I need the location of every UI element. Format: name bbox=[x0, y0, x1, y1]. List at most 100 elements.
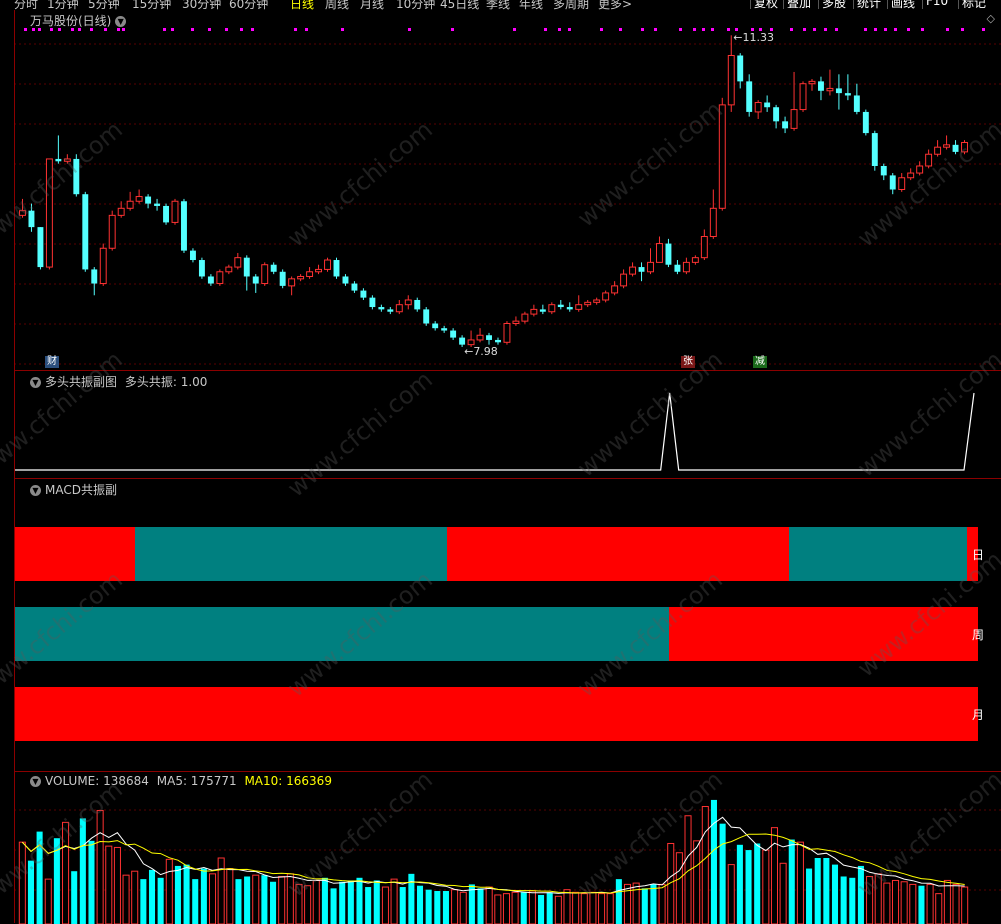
candlestick-chart bbox=[14, 28, 1001, 365]
high-price-label: ←11.33 bbox=[733, 31, 774, 44]
signal-dot bbox=[835, 28, 838, 31]
tab-7[interactable]: 周线 bbox=[325, 0, 349, 10]
resonance-title: ▼ 多头共振副图 多头共振: 1.00 bbox=[30, 373, 207, 390]
candle-body bbox=[826, 87, 834, 92]
signal-dot bbox=[894, 28, 897, 31]
candle-body bbox=[602, 292, 610, 301]
candle-body bbox=[530, 308, 538, 315]
macd-row-label-0: 日 bbox=[972, 548, 985, 562]
signal-dot bbox=[240, 28, 243, 31]
chevron-down-icon[interactable]: ▼ bbox=[30, 485, 41, 496]
toolbar-button-5[interactable]: F10 bbox=[922, 0, 952, 9]
finance-marker-badge[interactable]: 财 bbox=[45, 356, 59, 368]
candle-body bbox=[709, 207, 717, 238]
signal-dot bbox=[654, 28, 657, 31]
signal-dot bbox=[558, 28, 561, 31]
candle-body bbox=[126, 200, 134, 209]
volume-bar bbox=[511, 891, 519, 924]
candle-body bbox=[342, 276, 349, 284]
volume-bar bbox=[434, 891, 441, 924]
candle-body bbox=[907, 172, 915, 179]
candle-body bbox=[19, 210, 26, 216]
diamond-icon[interactable]: ◇ bbox=[987, 12, 995, 25]
candle-body bbox=[189, 250, 196, 261]
main-chart-title-text: 万马股份(日线) bbox=[30, 14, 112, 28]
volume-bar bbox=[658, 883, 666, 924]
toolbar-button-3[interactable]: 统计 bbox=[853, 0, 885, 10]
signal-dot bbox=[600, 28, 603, 31]
macd-row-label-1: 周 bbox=[972, 628, 985, 642]
volume-bar bbox=[779, 862, 787, 924]
tab-11[interactable]: 季线 bbox=[486, 0, 510, 10]
candle-body bbox=[404, 299, 412, 306]
toolbar-button-0[interactable]: 复权 bbox=[750, 0, 782, 10]
tab-10[interactable]: 45日线 bbox=[440, 0, 479, 10]
volume-bar bbox=[866, 875, 874, 924]
candle-body bbox=[414, 299, 421, 310]
candle-body bbox=[754, 102, 762, 113]
volume-bar bbox=[900, 881, 908, 924]
tab-12[interactable]: 年线 bbox=[519, 0, 543, 10]
candle-body bbox=[674, 264, 681, 272]
volume-bar bbox=[891, 879, 900, 924]
tab-14[interactable]: 更多> bbox=[598, 0, 632, 10]
volume-bar bbox=[192, 879, 199, 924]
volume-bar bbox=[485, 886, 493, 924]
signal-dot bbox=[641, 28, 644, 31]
tab-13[interactable]: 多周期 bbox=[553, 0, 589, 10]
volume-bar bbox=[140, 879, 147, 924]
candle-body bbox=[700, 236, 708, 259]
signal-dot bbox=[544, 28, 547, 31]
candle-body bbox=[73, 158, 80, 195]
tab-4[interactable]: 30分钟 bbox=[182, 0, 221, 10]
volume-bar bbox=[425, 889, 432, 924]
chevron-down-icon[interactable]: ▼ bbox=[115, 16, 127, 27]
tab-2[interactable]: 5分钟 bbox=[88, 0, 120, 10]
candle-body bbox=[91, 269, 98, 284]
ma5-value: MA5: 175771 bbox=[156, 774, 237, 788]
volume-bar bbox=[442, 891, 449, 924]
candle-body bbox=[243, 257, 250, 277]
tab-3[interactable]: 15分钟 bbox=[132, 0, 171, 10]
volume-title: ▼ VOLUME: 138684 MA5: 175771 MA10: 166369 bbox=[30, 774, 332, 788]
candle-body bbox=[638, 267, 645, 272]
increase-marker-badge[interactable]: 张 bbox=[681, 356, 695, 368]
decrease-marker-badge[interactable]: 减 bbox=[753, 356, 767, 368]
volume-bar bbox=[295, 883, 303, 924]
candle-body bbox=[378, 307, 385, 310]
tab-9[interactable]: 10分钟 bbox=[396, 0, 435, 10]
candle-body bbox=[916, 165, 924, 174]
toolbar-button-1[interactable]: 叠加 bbox=[783, 0, 815, 10]
volume-bar bbox=[918, 885, 925, 924]
volume-bar bbox=[261, 875, 268, 924]
volume-bar bbox=[399, 887, 406, 924]
tab-1[interactable]: 1分钟 bbox=[47, 0, 79, 10]
signal-dot bbox=[874, 28, 877, 31]
candle-body bbox=[620, 273, 628, 287]
chevron-down-icon[interactable]: ▼ bbox=[30, 377, 41, 388]
volume-bar bbox=[330, 888, 337, 924]
toolbar-button-6[interactable]: 标记 bbox=[958, 0, 990, 10]
toolbar-button-2[interactable]: 多股 bbox=[818, 0, 850, 10]
candle-body bbox=[108, 214, 116, 249]
candle-body bbox=[818, 81, 824, 91]
tab-0[interactable]: 分时 bbox=[14, 0, 38, 10]
tab-8[interactable]: 月线 bbox=[360, 0, 384, 10]
volume-bar bbox=[943, 879, 951, 924]
volume-panel: ▼ VOLUME: 138684 MA5: 175771 MA10: 166369 bbox=[14, 771, 1001, 924]
candle-body bbox=[611, 285, 619, 294]
tab-6[interactable]: 日线 bbox=[290, 0, 314, 10]
candle-body bbox=[37, 227, 44, 268]
volume-bar bbox=[235, 879, 242, 924]
candle-body bbox=[279, 271, 286, 286]
signal-dot bbox=[982, 28, 985, 31]
candle-body bbox=[369, 297, 376, 308]
chevron-down-icon[interactable]: ▼ bbox=[30, 776, 41, 787]
candle-body bbox=[55, 158, 62, 162]
tab-5[interactable]: 60分钟 bbox=[229, 0, 268, 10]
candle-body bbox=[737, 55, 744, 82]
toolbar-button-4[interactable]: 画线 bbox=[887, 0, 919, 10]
volume-bar bbox=[44, 878, 52, 924]
candle-body bbox=[360, 290, 367, 298]
candle-body bbox=[584, 301, 592, 306]
